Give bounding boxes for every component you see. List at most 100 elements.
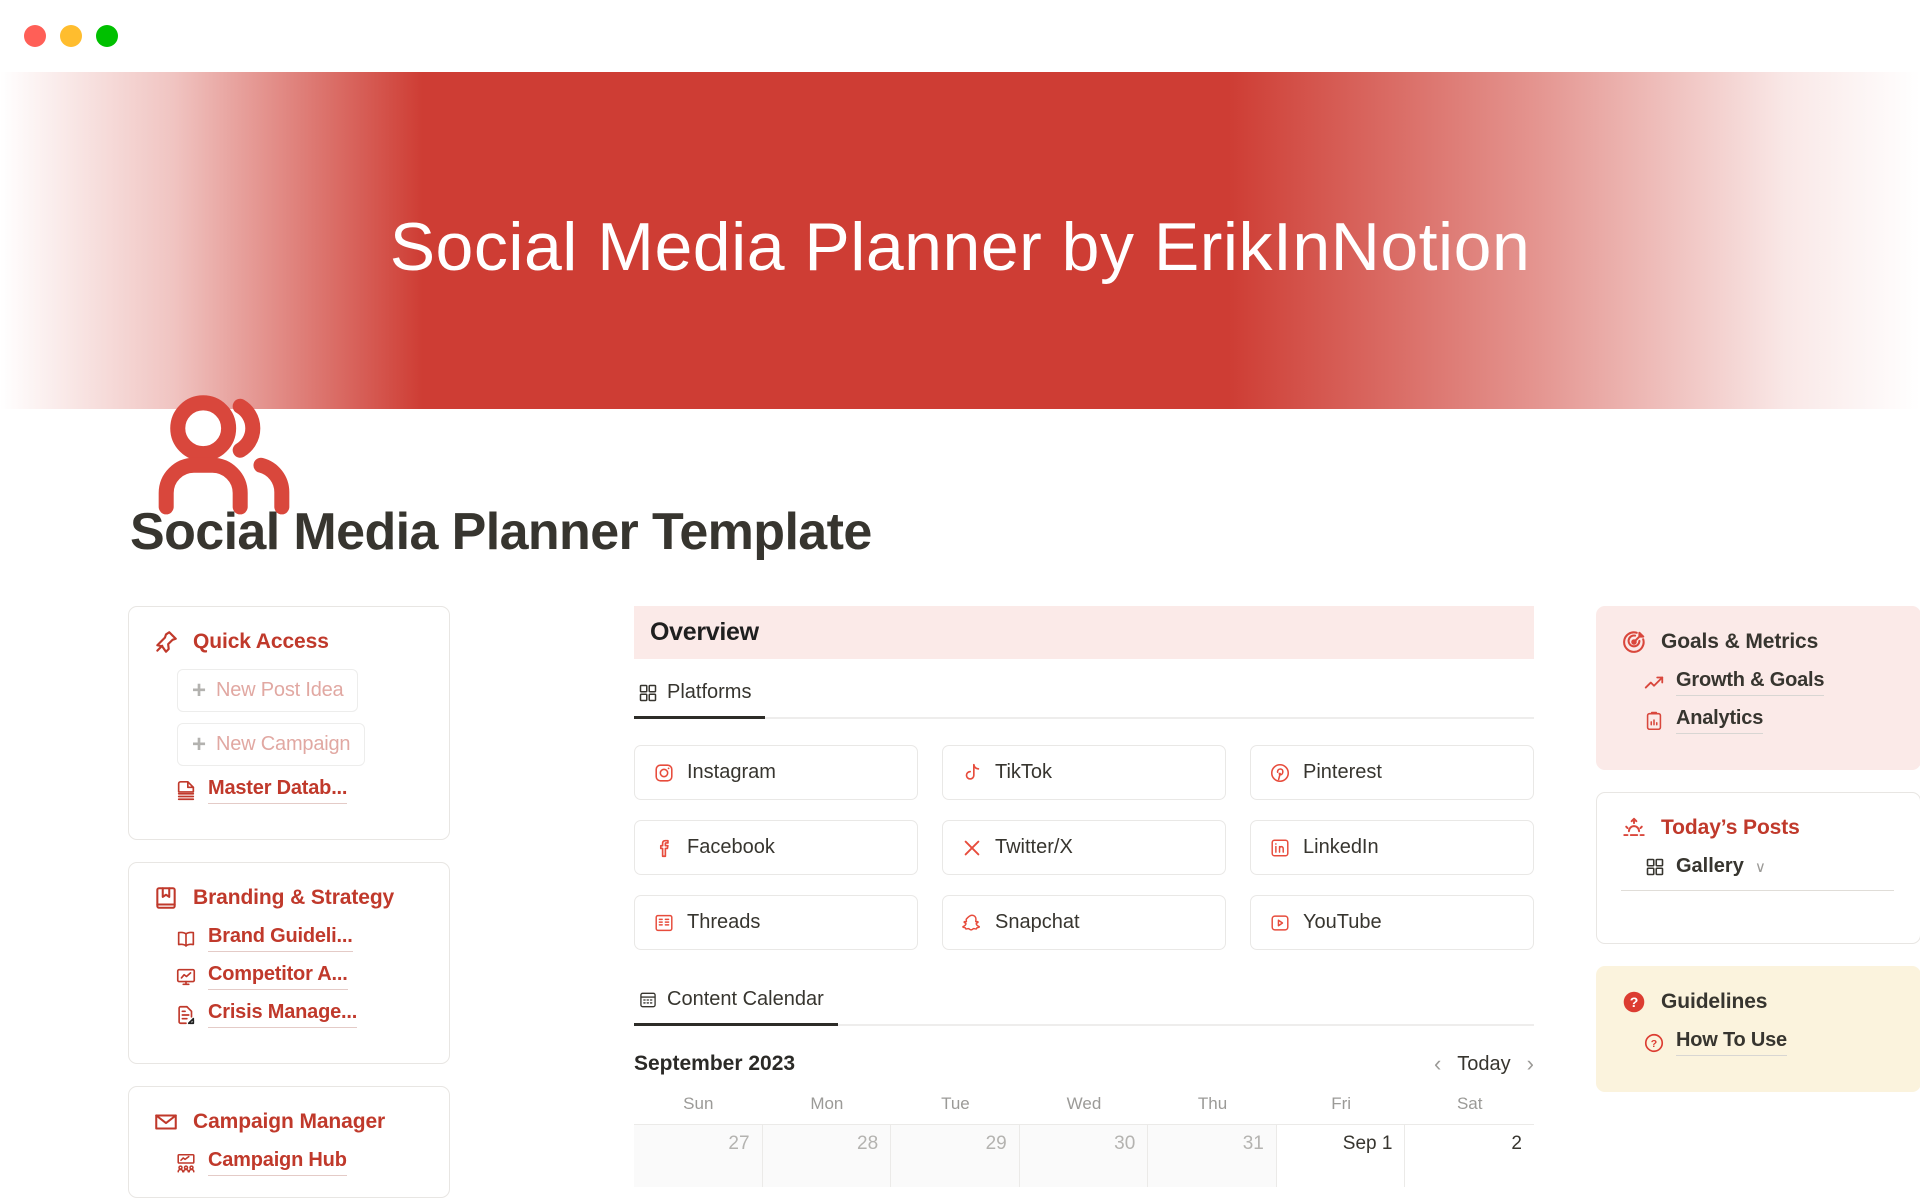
pinterest-icon: [1269, 762, 1291, 784]
monitor-chart-icon: [175, 966, 197, 988]
tiktok-icon: [961, 762, 983, 784]
platform-name: Pinterest: [1303, 761, 1382, 783]
close-button[interactable]: [24, 25, 46, 47]
link-analytics[interactable]: Analytics: [1621, 707, 1896, 734]
card-title: Quick Access: [193, 630, 329, 653]
calendar-navigation: ‹ Today ›: [1434, 1053, 1534, 1076]
platform-card-instagram[interactable]: Instagram: [634, 745, 918, 800]
open-book-icon: [175, 928, 197, 950]
link-label: Analytics: [1676, 707, 1763, 734]
calendar-header: September 2023 ‹ Today ›: [634, 1052, 1534, 1076]
today-button[interactable]: Today: [1457, 1053, 1510, 1076]
question-filled-icon: ?: [1621, 989, 1647, 1015]
maximize-button[interactable]: [96, 25, 118, 47]
calendar-week-row: 27 28 29 30 31 Sep 1 2: [634, 1125, 1534, 1187]
card-title: Campaign Manager: [193, 1110, 386, 1133]
platform-card-tiktok[interactable]: TikTok: [942, 745, 1226, 800]
minimize-button[interactable]: [60, 25, 82, 47]
right-sidebar: Goals & Metrics Growth & Goals Analytics…: [1596, 606, 1920, 1114]
platform-name: LinkedIn: [1303, 836, 1379, 858]
card-goals-metrics: Goals & Metrics Growth & Goals Analytics: [1596, 606, 1920, 770]
card-title: Guidelines: [1661, 990, 1768, 1013]
overview-title: Overview: [650, 618, 759, 646]
calendar-cell[interactable]: 27: [634, 1125, 763, 1187]
card-title: Today’s Posts: [1661, 816, 1800, 839]
card-header: Today’s Posts: [1597, 815, 1896, 841]
platform-card-youtube[interactable]: YouTube: [1250, 895, 1534, 950]
link-label: Campaign Hub: [208, 1149, 347, 1176]
tab-label: Platforms: [667, 681, 752, 703]
page-banner: Social Media Planner by ErikInNotion: [0, 72, 1920, 515]
users-icon: [150, 382, 298, 530]
svg-text:?: ?: [1630, 994, 1639, 1010]
platform-card-threads[interactable]: Threads: [634, 895, 918, 950]
view-selector-gallery[interactable]: Gallery ∨: [1621, 855, 1894, 891]
link-label: Growth & Goals: [1676, 669, 1825, 696]
day-header: Wed: [1066, 1094, 1102, 1113]
link-competitor-analysis[interactable]: Competitor A...: [153, 963, 425, 990]
card-header: Campaign Manager: [153, 1109, 425, 1135]
card-title: Goals & Metrics: [1661, 630, 1819, 653]
link-master-database[interactable]: Master Datab...: [153, 777, 425, 804]
day-header: Tue: [941, 1094, 970, 1113]
platform-card-twitter-x[interactable]: Twitter/X: [942, 820, 1226, 875]
calendar-cell[interactable]: 28: [762, 1125, 892, 1187]
database-document-icon: [175, 780, 197, 802]
new-post-idea-button[interactable]: + New Post Idea: [177, 669, 359, 712]
link-how-to-use[interactable]: ? How To Use: [1621, 1029, 1896, 1056]
calendar-icon: [638, 990, 658, 1010]
instagram-icon: [653, 762, 675, 784]
book-icon: [153, 885, 179, 911]
next-month-button[interactable]: ›: [1527, 1053, 1534, 1075]
pin-icon: [153, 629, 179, 655]
link-brand-guidelines[interactable]: Brand Guideli...: [153, 925, 425, 952]
platform-card-snapchat[interactable]: Snapchat: [942, 895, 1226, 950]
link-label: Master Datab...: [208, 777, 347, 804]
file-arrow-icon: [175, 1004, 197, 1026]
calendar-cell[interactable]: 30: [1019, 1125, 1149, 1187]
card-campaign-manager: Campaign Manager Campaign Hub: [128, 1086, 450, 1198]
platform-card-linkedin[interactable]: LinkedIn: [1250, 820, 1534, 875]
tab-content-calendar[interactable]: Content Calendar: [634, 982, 838, 1026]
calendar-cell[interactable]: 31: [1148, 1125, 1277, 1187]
new-campaign-button[interactable]: + New Campaign: [177, 723, 366, 766]
platform-card-pinterest[interactable]: Pinterest: [1250, 745, 1534, 800]
card-header: Branding & Strategy: [153, 885, 425, 911]
card-header: Goals & Metrics: [1621, 629, 1896, 655]
page-content: Social Media Planner Template Quick Acce…: [0, 502, 1920, 1200]
sunrise-icon: [1621, 815, 1647, 841]
day-header: Sun: [683, 1094, 714, 1113]
platform-name: Threads: [687, 911, 761, 933]
prev-month-button[interactable]: ‹: [1434, 1053, 1441, 1075]
three-column-layout: Quick Access + New Post Idea + New Campa…: [0, 606, 1920, 1200]
window-titlebar: [0, 0, 1920, 72]
question-circle-icon: ?: [1643, 1032, 1665, 1054]
link-growth-goals[interactable]: Growth & Goals: [1621, 669, 1896, 696]
grid-icon: [1645, 857, 1665, 877]
calendar-cell[interactable]: 29: [891, 1125, 1020, 1187]
banner-title: Social Media Planner by ErikInNotion: [389, 209, 1531, 285]
card-todays-posts: Today’s Posts Gallery ∨: [1596, 792, 1920, 944]
plus-icon: +: [192, 730, 207, 758]
button-label: New Post Idea: [216, 679, 344, 701]
main-content: Overview Platforms Instagram TikTok Pint…: [634, 606, 1534, 1187]
day-header: Fri: [1331, 1094, 1352, 1113]
day-header: Mon: [810, 1094, 844, 1113]
link-label: Competitor A...: [208, 963, 348, 990]
plus-icon: +: [192, 676, 207, 704]
link-label: Brand Guideli...: [208, 925, 353, 952]
platform-card-facebook[interactable]: Facebook: [634, 820, 918, 875]
tab-platforms[interactable]: Platforms: [634, 675, 766, 719]
page-title: Social Media Planner Template: [130, 503, 872, 561]
platforms-tabstrip: Platforms: [634, 675, 1534, 719]
link-campaign-hub[interactable]: Campaign Hub: [153, 1149, 425, 1176]
gallery-empty-area: [1597, 891, 1896, 919]
link-crisis-management[interactable]: Crisis Manage...: [153, 1001, 425, 1028]
day-header: Thu: [1197, 1094, 1228, 1113]
clipboard-chart-icon: [1643, 710, 1665, 732]
chevron-down-icon[interactable]: ∨: [1755, 858, 1766, 876]
overview-header: Overview: [634, 606, 1534, 659]
calendar-month-label: September 2023: [634, 1052, 796, 1075]
calendar-cell[interactable]: 2: [1405, 1125, 1534, 1187]
calendar-cell[interactable]: Sep 1: [1276, 1125, 1406, 1187]
